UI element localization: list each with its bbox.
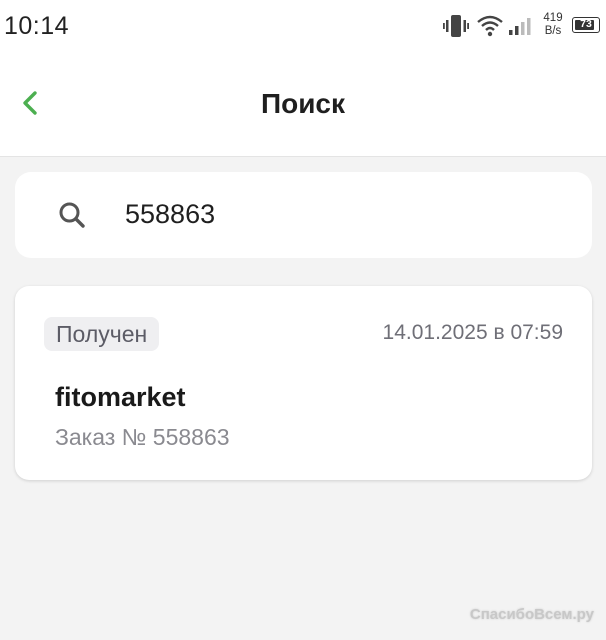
page-title: Поиск <box>260 88 346 119</box>
search-box[interactable] <box>15 172 592 258</box>
vibrate-icon <box>443 14 469 43</box>
app-header: Поиск <box>0 52 606 157</box>
shop-name: fitomarket <box>55 382 186 412</box>
search-icon <box>58 201 86 234</box>
status-bar: 10:14 419 B/s 73 <box>0 0 606 52</box>
watermark: СпасибоВсем.ру <box>469 606 594 623</box>
wifi-icon <box>477 14 503 43</box>
order-number: Заказ № 558863 <box>55 424 230 450</box>
battery-icon: 73 <box>572 17 600 33</box>
status-time: 10:14 <box>4 12 70 40</box>
signal-icon <box>508 16 532 41</box>
status-badge: Получен <box>44 317 160 351</box>
order-card[interactable]: Получен 14.01.2025 в 07:59 fitomarket За… <box>15 286 592 480</box>
battery-level: 73 <box>580 18 592 30</box>
network-speed-unit: B/s <box>544 25 562 37</box>
network-speed: 419 B/s <box>538 12 568 38</box>
network-speed-value: 419 <box>543 12 563 24</box>
search-input[interactable] <box>125 196 565 232</box>
order-date: 14.01.2025 в 07:59 <box>382 321 563 344</box>
